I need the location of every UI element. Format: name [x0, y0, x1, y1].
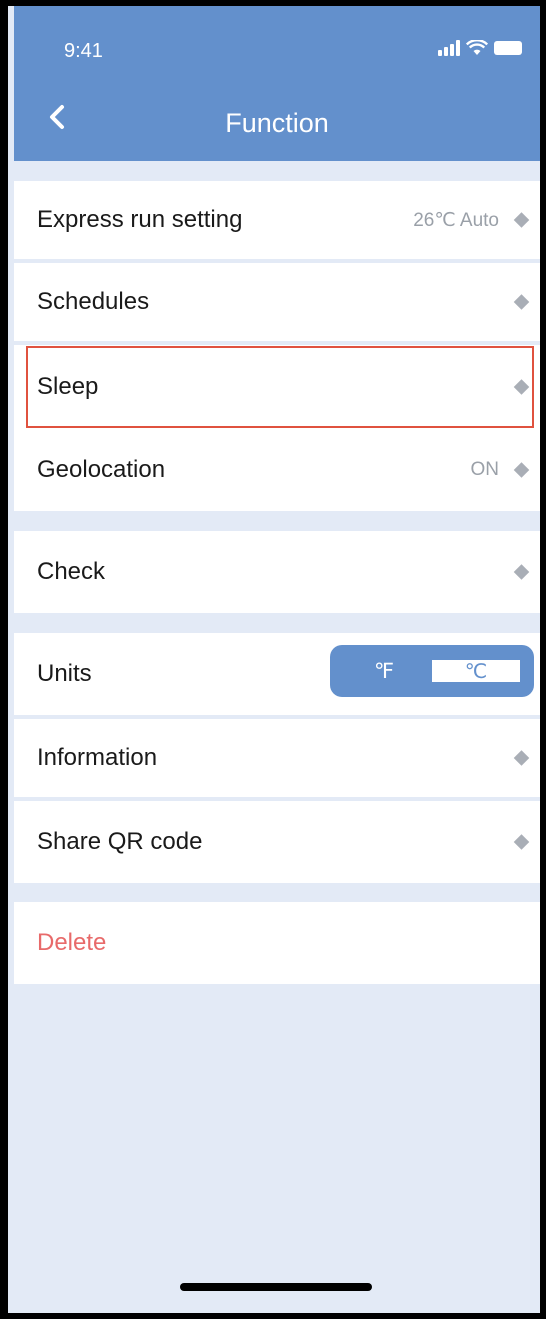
- delete-label: Delete: [37, 929, 107, 956]
- status-time: 9:41: [64, 40, 103, 62]
- signal-icon: [438, 40, 460, 56]
- row-schedules[interactable]: Schedules: [14, 263, 540, 341]
- row-check[interactable]: Check: [14, 531, 540, 613]
- diamond-icon: [513, 212, 530, 228]
- diamond-icon: [513, 750, 530, 766]
- row-value: ON: [470, 459, 500, 480]
- status-icons: [438, 40, 522, 56]
- row-label: Share QR code: [37, 828, 203, 855]
- row-express-run-setting[interactable]: Express run setting 26℃ Auto: [14, 181, 540, 259]
- selection-highlight: [26, 346, 534, 428]
- row-delete[interactable]: Delete: [14, 902, 540, 984]
- row-information[interactable]: Information: [14, 719, 540, 797]
- home-indicator[interactable]: [180, 1283, 372, 1291]
- row-share-qr-code[interactable]: Share QR code: [14, 801, 540, 883]
- battery-icon: [494, 41, 522, 55]
- diamond-icon: [513, 462, 530, 478]
- units-toggle[interactable]: ℉ ℃: [330, 645, 534, 697]
- diamond-icon: [513, 294, 530, 310]
- row-label: Check: [37, 558, 106, 585]
- row-label: Information: [37, 744, 158, 771]
- row-label: Express run setting: [37, 206, 243, 233]
- phone-frame: 9:41 Function Express run setting 26℃ Au: [0, 0, 546, 1319]
- unit-option-fahrenheit[interactable]: ℉: [374, 645, 394, 697]
- page-title: Function: [225, 108, 329, 138]
- row-units: Units ℉ ℃: [14, 633, 540, 715]
- wifi-icon: [466, 40, 488, 55]
- diamond-icon: [513, 834, 530, 850]
- row-geolocation[interactable]: Geolocation ON: [14, 429, 540, 511]
- row-value: 26℃ Auto: [413, 209, 499, 231]
- diamond-icon: [513, 564, 530, 580]
- row-label: Units: [37, 660, 92, 687]
- unit-option-celsius[interactable]: ℃: [432, 660, 520, 683]
- app-header: 9:41 Function: [14, 6, 540, 161]
- screen: 9:41 Function Express run setting 26℃ Au: [14, 6, 540, 1313]
- row-label: Schedules: [37, 288, 150, 315]
- row-label: Geolocation: [37, 456, 166, 483]
